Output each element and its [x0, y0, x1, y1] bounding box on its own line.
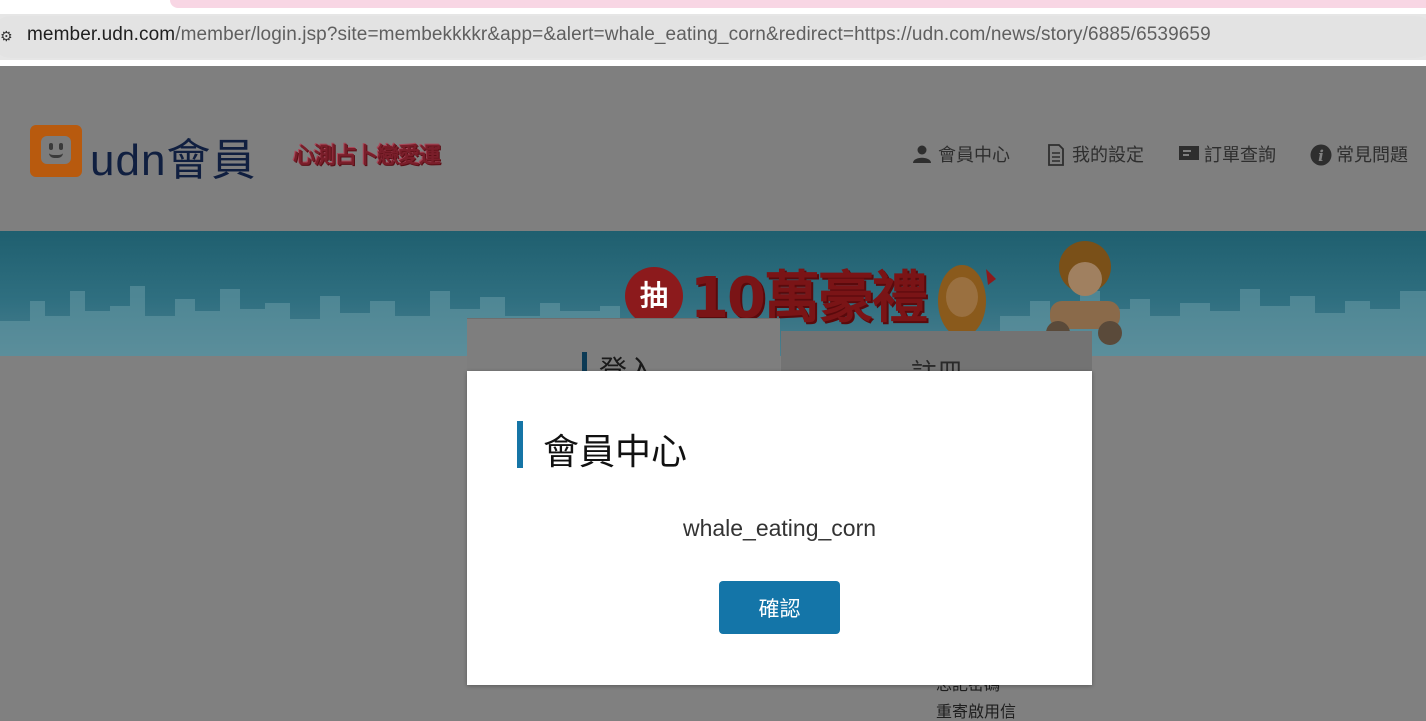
tab-login[interactable]: 登入: [467, 318, 780, 387]
person-icon: [912, 144, 932, 164]
alert-dialog: 會員中心 whale_eating_corn 確認: [467, 371, 1092, 685]
logo-face: [41, 136, 71, 164]
svg-text:i: i: [1318, 147, 1324, 165]
logo-eye-right: [59, 143, 63, 150]
dialog-message: whale_eating_corn: [682, 515, 877, 541]
browser-top-strip: [0, 0, 1426, 14]
nav-my-settings[interactable]: 我的設定: [1046, 141, 1144, 167]
dialog-title-accent: [517, 421, 523, 468]
brand-title[interactable]: udn會員: [90, 124, 256, 188]
draw-badge: 抽: [625, 267, 683, 325]
url-path: /member/login.jsp?site=membekkkkr&app=&a…: [175, 24, 1211, 45]
udn-logo-icon[interactable]: [30, 125, 82, 177]
site-header: udn會員 心測占卜戀愛運 會員中心 我的設定 訂單查詢 i 常見問題: [0, 66, 1426, 231]
site-info-icon[interactable]: ⚙: [0, 27, 14, 47]
mascot-illustration: [938, 265, 996, 337]
url-host: member.udn.com: [27, 24, 176, 45]
ticket-icon: [1178, 144, 1199, 164]
nav-order-query[interactable]: 訂單查詢: [1178, 141, 1276, 167]
nav-label: 我的設定: [1072, 145, 1144, 166]
logo-mouth: [49, 153, 63, 158]
confirm-button[interactable]: 確認: [719, 581, 840, 634]
nav-label: 常見問題: [1336, 145, 1408, 166]
url-text[interactable]: member.udn.com/member/login.jsp?site=mem…: [27, 24, 1211, 46]
nav-label: 訂單查詢: [1204, 145, 1276, 166]
nav-faq[interactable]: i 常見問題: [1310, 141, 1408, 167]
promo-link[interactable]: 心測占卜戀愛運: [293, 138, 441, 170]
document-icon: [1046, 144, 1066, 166]
nav-label: 會員中心: [938, 145, 1010, 166]
logo-eye-left: [49, 143, 53, 150]
info-icon: i: [1310, 144, 1332, 166]
nav-member-center[interactable]: 會員中心: [912, 141, 1010, 167]
active-tab-strip: [170, 0, 1426, 8]
dialog-title: 會員中心: [543, 432, 688, 473]
resend-activation-link[interactable]: 重寄啟用信: [936, 698, 1026, 721]
